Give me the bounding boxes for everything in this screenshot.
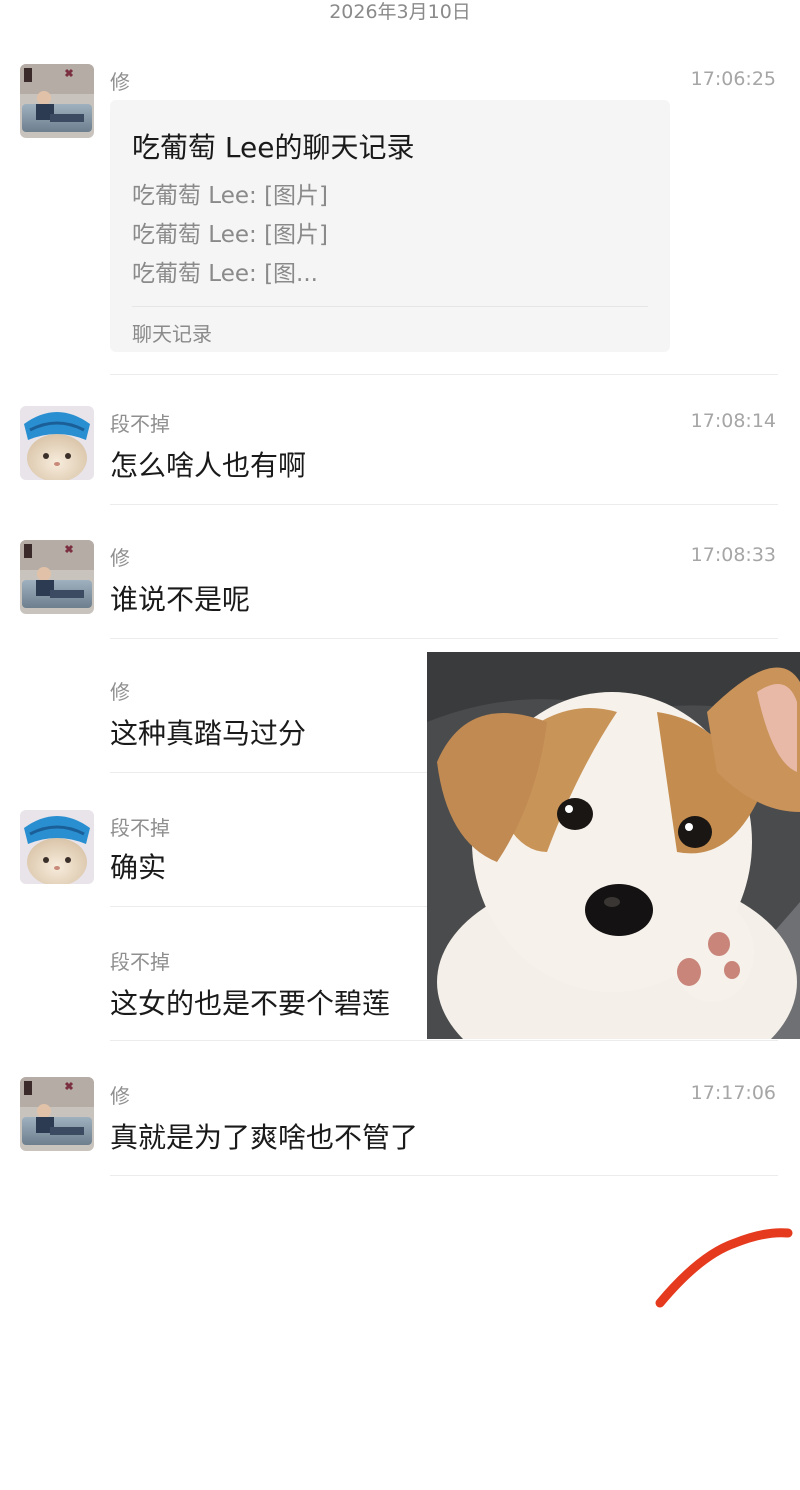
message-divider — [110, 504, 778, 505]
message-text[interactable]: 谁说不是呢 — [110, 578, 250, 618]
avatar-duanbudiao[interactable] — [20, 810, 94, 884]
message-timestamp: 17:08:14 — [690, 410, 776, 432]
avatar-duanbudiao[interactable] — [20, 406, 94, 480]
message-timestamp: 17:17:06 — [690, 1082, 776, 1104]
date-header: 2026年3月10日 — [329, 1, 471, 23]
chat-history-line: 吃葡萄 Lee: [图片] — [132, 183, 329, 209]
message-divider — [110, 638, 778, 639]
red-pen-annotation — [640, 1215, 800, 1315]
avatar-xiu[interactable] — [20, 540, 94, 614]
sender-name: 修 — [110, 70, 130, 94]
chat-history-line: 吃葡萄 Lee: [图片] — [132, 222, 329, 248]
message-divider — [110, 1175, 778, 1176]
message-text[interactable]: 真就是为了爽啥也不管了 — [110, 1116, 418, 1156]
message-timestamp: 17:06:25 — [690, 68, 776, 90]
sender-name: 段不掉 — [110, 950, 170, 974]
message-timestamp: 17:08:33 — [690, 544, 776, 566]
sender-name: 修 — [110, 546, 130, 570]
chat-history-line: 吃葡萄 Lee: [图... — [132, 261, 318, 287]
avatar-xiu[interactable] — [20, 1077, 94, 1151]
chat-history-footer: 聊天记录 — [132, 322, 212, 346]
sender-name: 修 — [110, 1084, 130, 1108]
message-text[interactable]: 确实 — [110, 846, 166, 886]
chat-history-title: 吃葡萄 Lee的聊天记录 — [132, 131, 415, 164]
chat-history-card[interactable]: 吃葡萄 Lee的聊天记录 吃葡萄 Lee: [图片] 吃葡萄 Lee: [图片]… — [110, 100, 670, 352]
sender-name: 段不掉 — [110, 816, 170, 840]
avatar-xiu[interactable] — [20, 64, 94, 138]
message-divider — [110, 374, 778, 375]
message-divider — [110, 1040, 778, 1041]
corgi-puppy-sticker[interactable] — [427, 652, 800, 1039]
message-text[interactable]: 这女的也是不要个碧莲 — [110, 982, 390, 1022]
sender-name: 段不掉 — [110, 412, 170, 436]
message-text[interactable]: 怎么啥人也有啊 — [110, 444, 306, 484]
message-text[interactable]: 这种真踏马过分 — [110, 712, 306, 752]
sender-name: 修 — [110, 680, 130, 704]
card-divider — [132, 306, 648, 307]
